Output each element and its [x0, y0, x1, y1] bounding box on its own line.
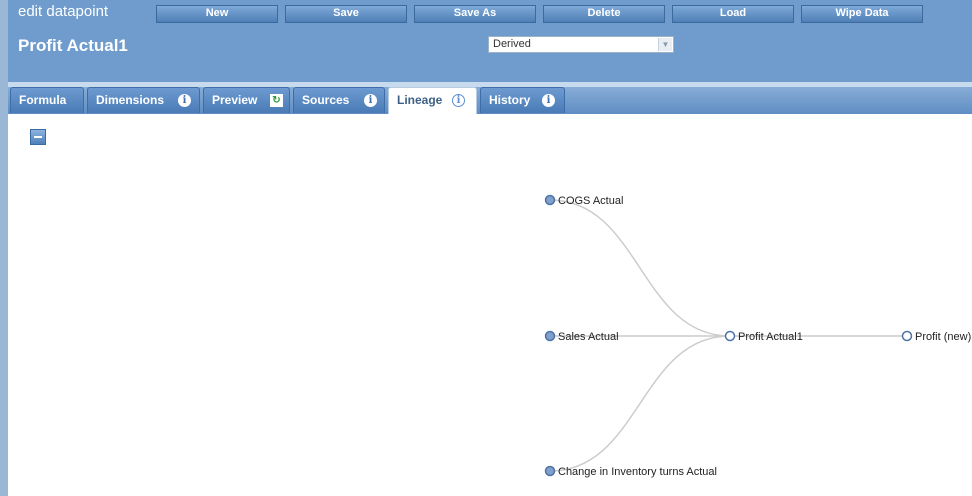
- node-inventory-actual[interactable]: [544, 465, 556, 477]
- node-cogs-label: COGS Actual: [558, 195, 623, 207]
- edge-inventory: [549, 335, 731, 472]
- lineage-graph: COGS Actual Sales Actual Change in Inven…: [544, 194, 971, 478]
- node-profit-new[interactable]: [901, 330, 913, 342]
- node-profit-actual1-label: Profit Actual1: [738, 331, 803, 343]
- node-profit-actual1[interactable]: [724, 330, 736, 342]
- node-inventory-label: Change in Inventory turns Actual: [558, 466, 717, 478]
- node-profit-new-label: Profit (new): [915, 331, 971, 343]
- app-frame: edit datapoint Profit Actual1 New Save S…: [0, 0, 972, 496]
- node-sales-label: Sales Actual: [558, 331, 619, 343]
- node-cogs-actual[interactable]: [544, 194, 556, 206]
- edge-cogs: [549, 199, 731, 337]
- node-sales-actual[interactable]: [544, 330, 556, 342]
